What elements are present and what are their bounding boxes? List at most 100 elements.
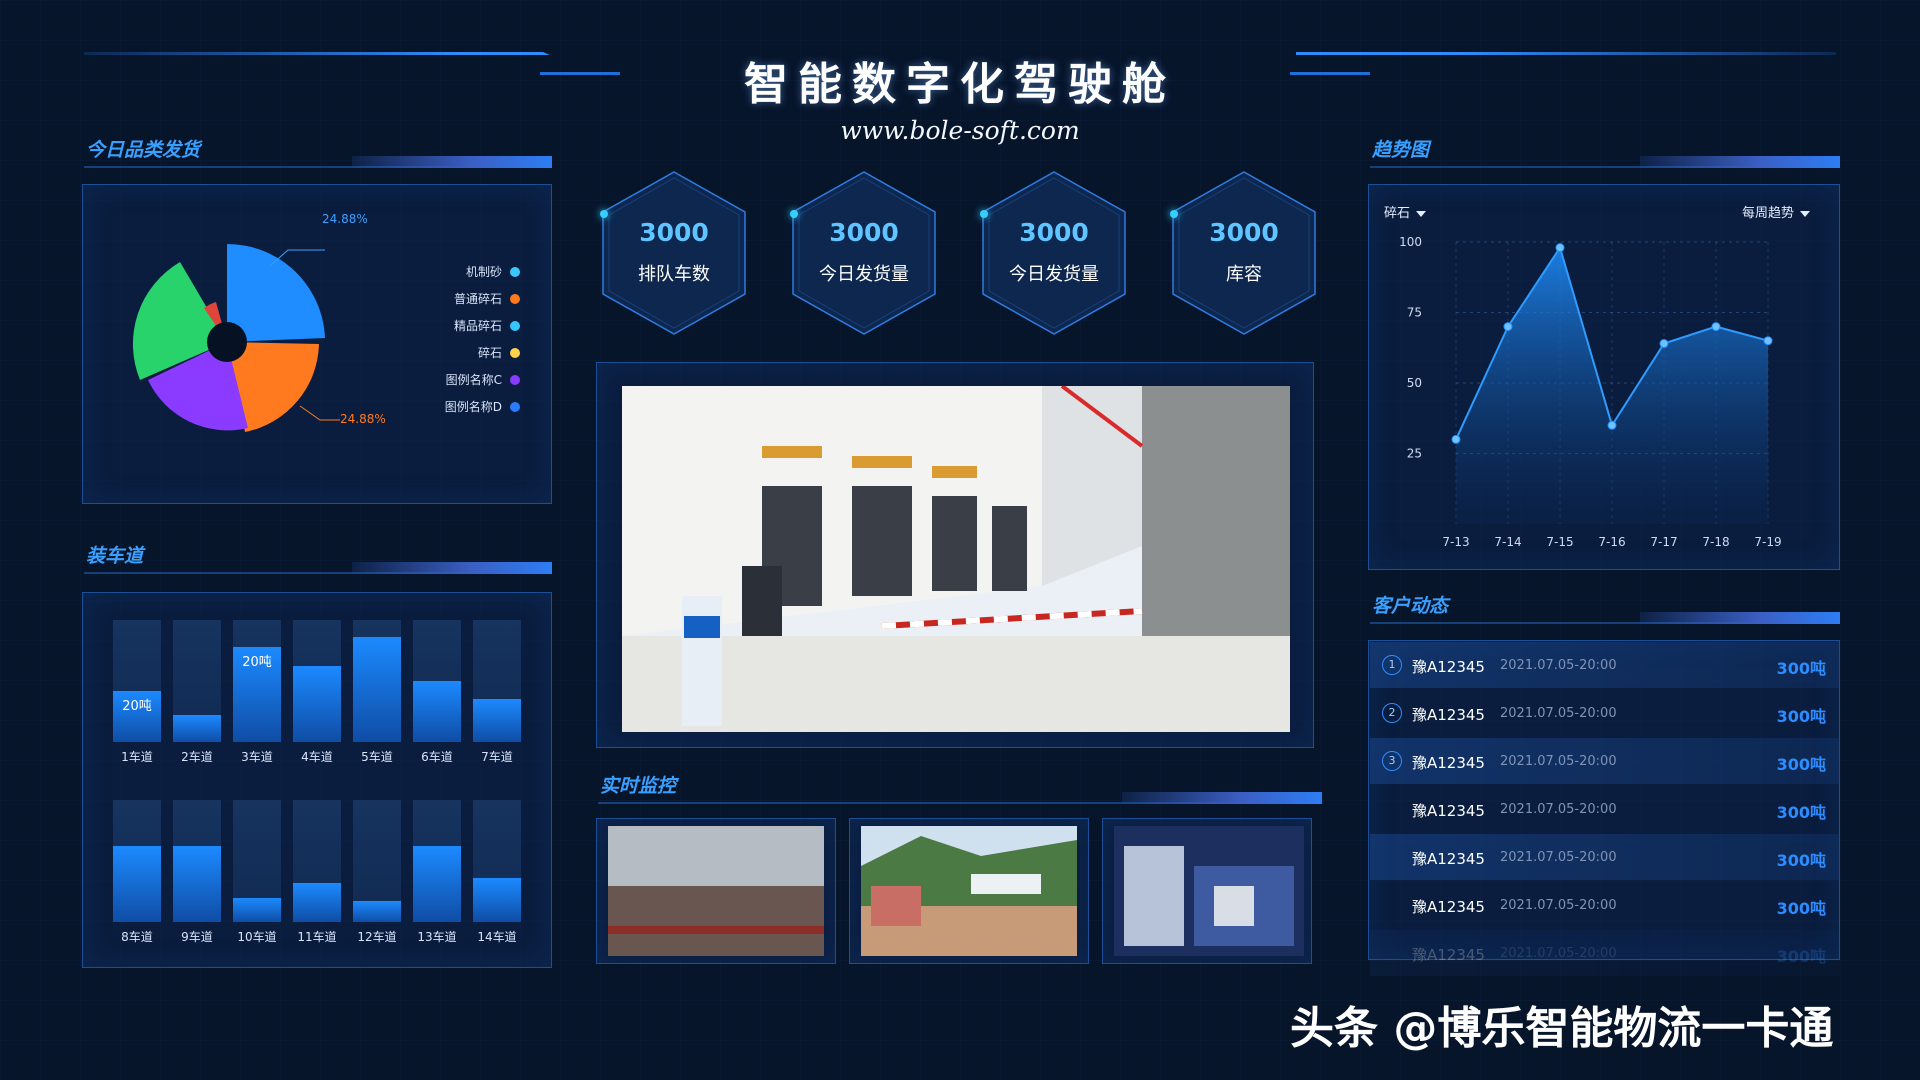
lane-bar[interactable] <box>353 620 401 742</box>
customer-row[interactable]: 3 豫A12345 2021.07.05-20:00 300吨 <box>1370 738 1840 784</box>
stat-label: 库容 <box>1226 264 1262 285</box>
hexagon-frame <box>982 171 1126 335</box>
trend-point <box>1555 243 1565 253</box>
lanes-title: 装车道 <box>86 545 144 567</box>
amount: 300吨 <box>1776 947 1826 966</box>
legend-label: 碎石 <box>477 346 502 360</box>
customer-row[interactable]: 豫A12345 2021.07.05-20:00 300吨 <box>1370 786 1840 832</box>
lane-bar[interactable] <box>413 800 461 922</box>
pie-label-top: 24.88% <box>322 212 368 226</box>
lane-label: 11车道 <box>297 930 337 944</box>
lane-fill <box>293 882 341 922</box>
page-title: 智能数字化驾驶舱 <box>744 59 1176 110</box>
lane-bar[interactable]: 20吨 <box>113 620 161 742</box>
monitor-feed-2-scene <box>861 826 1077 956</box>
monitor-feed-3-scene <box>1114 826 1304 956</box>
x-tick-label: 7-16 <box>1598 535 1625 549</box>
lane-fill <box>173 846 221 922</box>
legend-dot <box>510 293 520 304</box>
stat-label: 今日发货量 <box>819 264 909 285</box>
customers-section-header: 客户动态 <box>1370 590 1840 624</box>
lane-bar[interactable] <box>353 800 401 922</box>
hexagon-glow-dot <box>980 210 988 218</box>
page-subtitle: www.bole-soft.com <box>840 116 1080 145</box>
lane-label: 14车道 <box>477 930 517 944</box>
category-section-header: 今日品类发货 <box>84 134 552 168</box>
customer-row[interactable]: 豫A12345 2021.07.05-20:00 300吨 <box>1370 930 1840 976</box>
section-accent-bar <box>352 562 552 574</box>
lane-fill <box>113 846 161 922</box>
customer-row[interactable]: 豫A12345 2021.07.05-20:00 300吨 <box>1370 834 1840 880</box>
monitor-feed-3[interactable] <box>1114 826 1304 956</box>
legend-item: 机制砂 <box>400 258 520 285</box>
monitor-feed-2[interactable] <box>861 826 1077 956</box>
lane-fill <box>353 901 401 922</box>
hexagon-frame <box>792 171 936 335</box>
amount: 300吨 <box>1776 707 1826 726</box>
lanes-section-header: 装车道 <box>84 540 552 574</box>
lane-fill <box>413 846 461 922</box>
trend-point <box>1607 420 1617 430</box>
x-tick-label: 7-18 <box>1702 535 1729 549</box>
legend-dot <box>510 374 520 385</box>
pie-hole <box>207 322 247 362</box>
header-left-accent <box>540 72 620 75</box>
trend-point <box>1659 339 1669 349</box>
stat-card: 3000 排队车数 <box>600 170 748 336</box>
category-legend: 机制砂 普通碎石 精品碎石 碎石 图例名称C 图例名称D <box>400 258 520 420</box>
section-accent-bar <box>1640 156 1840 168</box>
trend-point <box>1711 322 1721 332</box>
stat-value: 3000 <box>829 218 899 247</box>
lane-bar[interactable] <box>473 620 521 742</box>
plate-number: 豫A12345 <box>1412 946 1485 964</box>
x-tick-label: 7-13 <box>1442 535 1469 549</box>
lane-label: 5车道 <box>361 750 393 764</box>
lane-fill <box>473 699 521 742</box>
stat-label: 排队车数 <box>638 264 710 285</box>
customer-row[interactable]: 豫A12345 2021.07.05-20:00 300吨 <box>1370 882 1840 928</box>
lane-bar[interactable] <box>233 800 281 922</box>
stat-value: 3000 <box>639 218 709 247</box>
legend-label: 机制砂 <box>465 265 502 279</box>
stat-card: 3000 今日发货量 <box>790 170 938 336</box>
lane-fill <box>353 637 401 742</box>
pie-leader-bottom <box>299 405 340 421</box>
plate-number: 豫A12345 <box>1412 898 1485 916</box>
lane-bar[interactable] <box>293 800 341 922</box>
amount: 300吨 <box>1776 755 1826 774</box>
customer-row[interactable]: 2 豫A12345 2021.07.05-20:00 300吨 <box>1370 690 1840 736</box>
legend-item: 精品碎石 <box>400 312 520 339</box>
lane-fill <box>413 681 461 742</box>
legend-dot <box>510 347 520 358</box>
rank-badge: 2 <box>1382 703 1402 723</box>
lane-bar[interactable] <box>113 800 161 922</box>
record-time: 2021.07.05-20:00 <box>1500 754 1617 769</box>
legend-label: 图例名称D <box>444 400 502 414</box>
lane-bar[interactable] <box>173 620 221 742</box>
gate-scene-illustration <box>622 386 1290 732</box>
main-camera-image[interactable] <box>622 386 1290 732</box>
customer-row[interactable]: 1 豫A12345 2021.07.05-20:00 300吨 <box>1370 642 1840 688</box>
lane-label: 9车道 <box>181 930 213 944</box>
record-time: 2021.07.05-20:00 <box>1500 658 1617 673</box>
section-accent-bar <box>1640 612 1840 624</box>
monitor-section-header: 实时监控 <box>598 770 1322 804</box>
hexagon-frame <box>1172 171 1316 335</box>
trend-point <box>1503 322 1513 332</box>
lane-label: 2车道 <box>181 750 213 764</box>
trend-chart: 25 50 75 100 7-13 7-14 7-15 7-16 7-17 7-18 7-19 <box>1399 235 1782 549</box>
x-tick-label: 7-14 <box>1494 535 1521 549</box>
plate-number: 豫A12345 <box>1412 706 1485 724</box>
category-title: 今日品类发货 <box>86 139 201 161</box>
amount: 300吨 <box>1776 851 1826 870</box>
rank-badge: 3 <box>1382 751 1402 771</box>
monitor-feed-1[interactable] <box>608 826 824 956</box>
lane-bar[interactable] <box>413 620 461 742</box>
section-accent-bar <box>352 156 552 168</box>
lane-bar[interactable] <box>473 800 521 922</box>
lane-bar[interactable] <box>173 800 221 922</box>
lane-bar[interactable]: 20吨 <box>233 620 281 742</box>
lane-label: 6车道 <box>421 750 453 764</box>
lane-bar[interactable] <box>293 620 341 742</box>
lane-fill <box>293 666 341 742</box>
